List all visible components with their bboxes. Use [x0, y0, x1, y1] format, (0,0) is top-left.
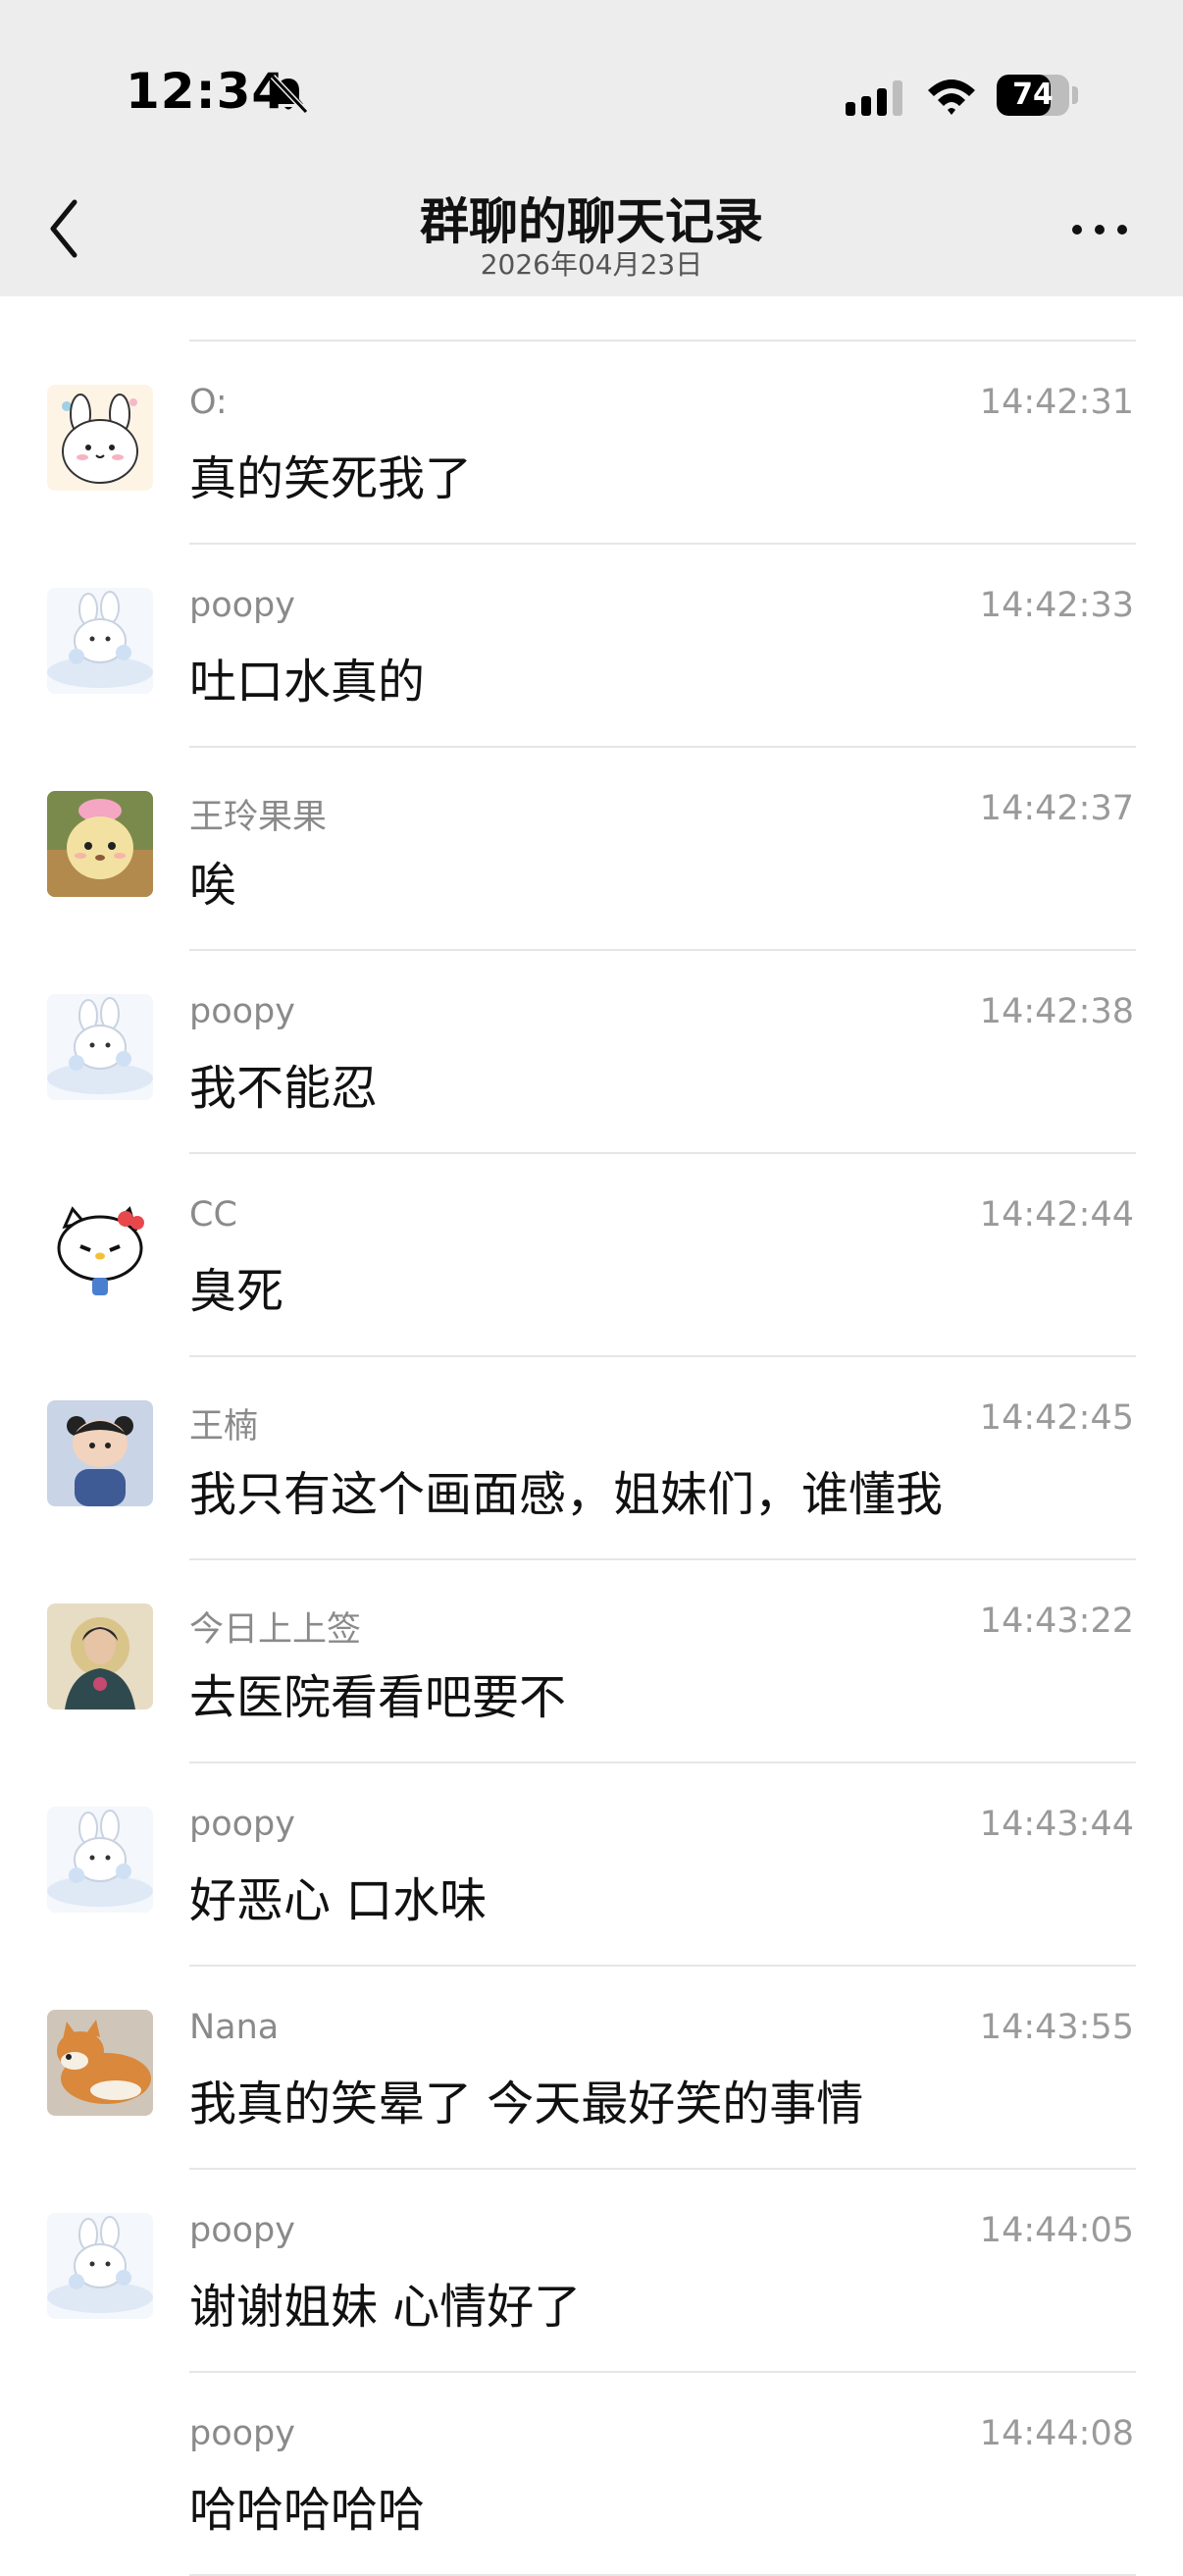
- message-text: 谢谢姐妹 心情好了: [189, 2280, 582, 2335]
- chat-message-row[interactable]: poopy 14:44:05 谢谢姐妹 心情好了: [0, 2170, 1183, 2373]
- message-text: 我不能忍: [189, 1061, 379, 1116]
- status-time: 12:34: [126, 63, 287, 120]
- avatar[interactable]: [47, 2213, 153, 2319]
- white-bunny-cloud-avatar-icon: [47, 2213, 153, 2319]
- avatar[interactable]: [47, 791, 153, 897]
- chat-message-row[interactable]: CC 14:42:44 臭死: [0, 1154, 1183, 1357]
- portrait-painting-avatar-icon: [47, 1603, 153, 1709]
- message-time: 14:43:22: [979, 1602, 1134, 1641]
- battery-level: 74: [1012, 78, 1054, 112]
- cellular-signal-icon: [846, 80, 902, 116]
- chat-message-row[interactable]: poopy 14:42:38 我不能忍: [0, 951, 1183, 1154]
- sender-name: Nana: [189, 2008, 280, 2047]
- message-time: 14:43:44: [979, 1805, 1134, 1844]
- message-time: 14:44:05: [979, 2211, 1134, 2250]
- message-text: 吐口水真的: [189, 655, 426, 710]
- message-time: 14:42:38: [979, 992, 1134, 1031]
- chat-message-row[interactable]: O: 14:42:31 真的笑死我了: [0, 342, 1183, 545]
- avatar[interactable]: [47, 588, 153, 694]
- message-time: 14:42:33: [979, 586, 1134, 625]
- sender-name: poopy: [189, 2211, 295, 2250]
- message-text: 我只有这个画面感，姐妹们，谁懂我: [189, 1467, 944, 1522]
- message-text: 真的笑死我了: [189, 451, 473, 506]
- chat-message-row[interactable]: 王玲果果 14:42:37 唉: [0, 748, 1183, 951]
- battery-tip: [1072, 86, 1078, 104]
- sender-name: O:: [189, 383, 228, 422]
- white-bunny-cloud-avatar-icon: [47, 1807, 153, 1913]
- chat-message-row[interactable]: 王楠 14:42:45 我只有这个画面感，姐妹们，谁懂我: [0, 1357, 1183, 1560]
- message-time: 14:42:44: [979, 1195, 1134, 1235]
- message-text: 唉: [189, 858, 237, 913]
- shiba-dog-avatar-icon: [47, 2010, 153, 2116]
- message-time: 14:42:37: [979, 789, 1134, 828]
- hello-kitty-avatar-icon: [47, 1197, 153, 1303]
- avatar[interactable]: [47, 1197, 153, 1303]
- message-text: 哈哈哈哈哈: [189, 2483, 426, 2538]
- white-bunny-cloud-avatar-icon: [47, 588, 153, 694]
- message-time: 14:43:55: [979, 2008, 1134, 2047]
- chat-message-row[interactable]: poopy 14:43:44 好恶心 口水味: [0, 1763, 1183, 1967]
- avatar[interactable]: [47, 1807, 153, 1913]
- baby-photo-avatar-icon: [47, 1400, 153, 1506]
- sender-name: 王楠: [189, 1407, 259, 1446]
- message-time: 14:42:45: [979, 1398, 1134, 1438]
- avatar[interactable]: [47, 994, 153, 1100]
- sender-name: poopy: [189, 2414, 295, 2453]
- message-text: 去医院看看吧要不: [189, 1670, 567, 1725]
- battery-indicator: 74: [997, 75, 1069, 116]
- white-bunny-cloud-avatar-icon: [47, 994, 153, 1100]
- chat-message-row[interactable]: poopy 14:42:33 吐口水真的: [0, 545, 1183, 748]
- avatar[interactable]: [47, 2010, 153, 2116]
- sender-name: poopy: [189, 586, 295, 625]
- message-text: 臭死: [189, 1264, 284, 1319]
- plush-toy-avatar-icon: [47, 791, 153, 897]
- avatar[interactable]: [47, 385, 153, 491]
- sender-name: poopy: [189, 992, 295, 1031]
- bell-muted-icon: [270, 74, 309, 115]
- avatar[interactable]: [47, 1400, 153, 1506]
- message-time: 14:44:08: [979, 2414, 1134, 2453]
- chat-message-row[interactable]: Nana 14:43:55 我真的笑晕了 今天最好笑的事情: [0, 1967, 1183, 2170]
- avatar[interactable]: [47, 1603, 153, 1709]
- sender-name: poopy: [189, 1805, 295, 1844]
- cartoon-bunny-avatar-icon: [47, 385, 153, 491]
- sender-name: 王玲果果: [189, 798, 328, 837]
- message-text: 我真的笑晕了 今天最好笑的事情: [189, 2077, 864, 2131]
- top-bar: 12:34 74 群聊的聊天记录 2026年04月23日: [0, 0, 1183, 296]
- message-text: 好恶心 口水味: [189, 1873, 488, 1928]
- sender-name: CC: [189, 1195, 237, 1235]
- sender-name: 今日上上签: [189, 1610, 362, 1650]
- chat-message-row[interactable]: 今日上上签 14:43:22 去医院看看吧要不: [0, 1560, 1183, 1763]
- message-time: 14:42:31: [979, 383, 1134, 422]
- more-options-icon[interactable]: [1069, 218, 1130, 241]
- page-subtitle-date: 2026年04月23日: [480, 248, 703, 281]
- chat-message-row[interactable]: poopy 14:44:08 哈哈哈哈哈: [0, 2373, 1183, 2576]
- wifi-icon: [928, 79, 975, 115]
